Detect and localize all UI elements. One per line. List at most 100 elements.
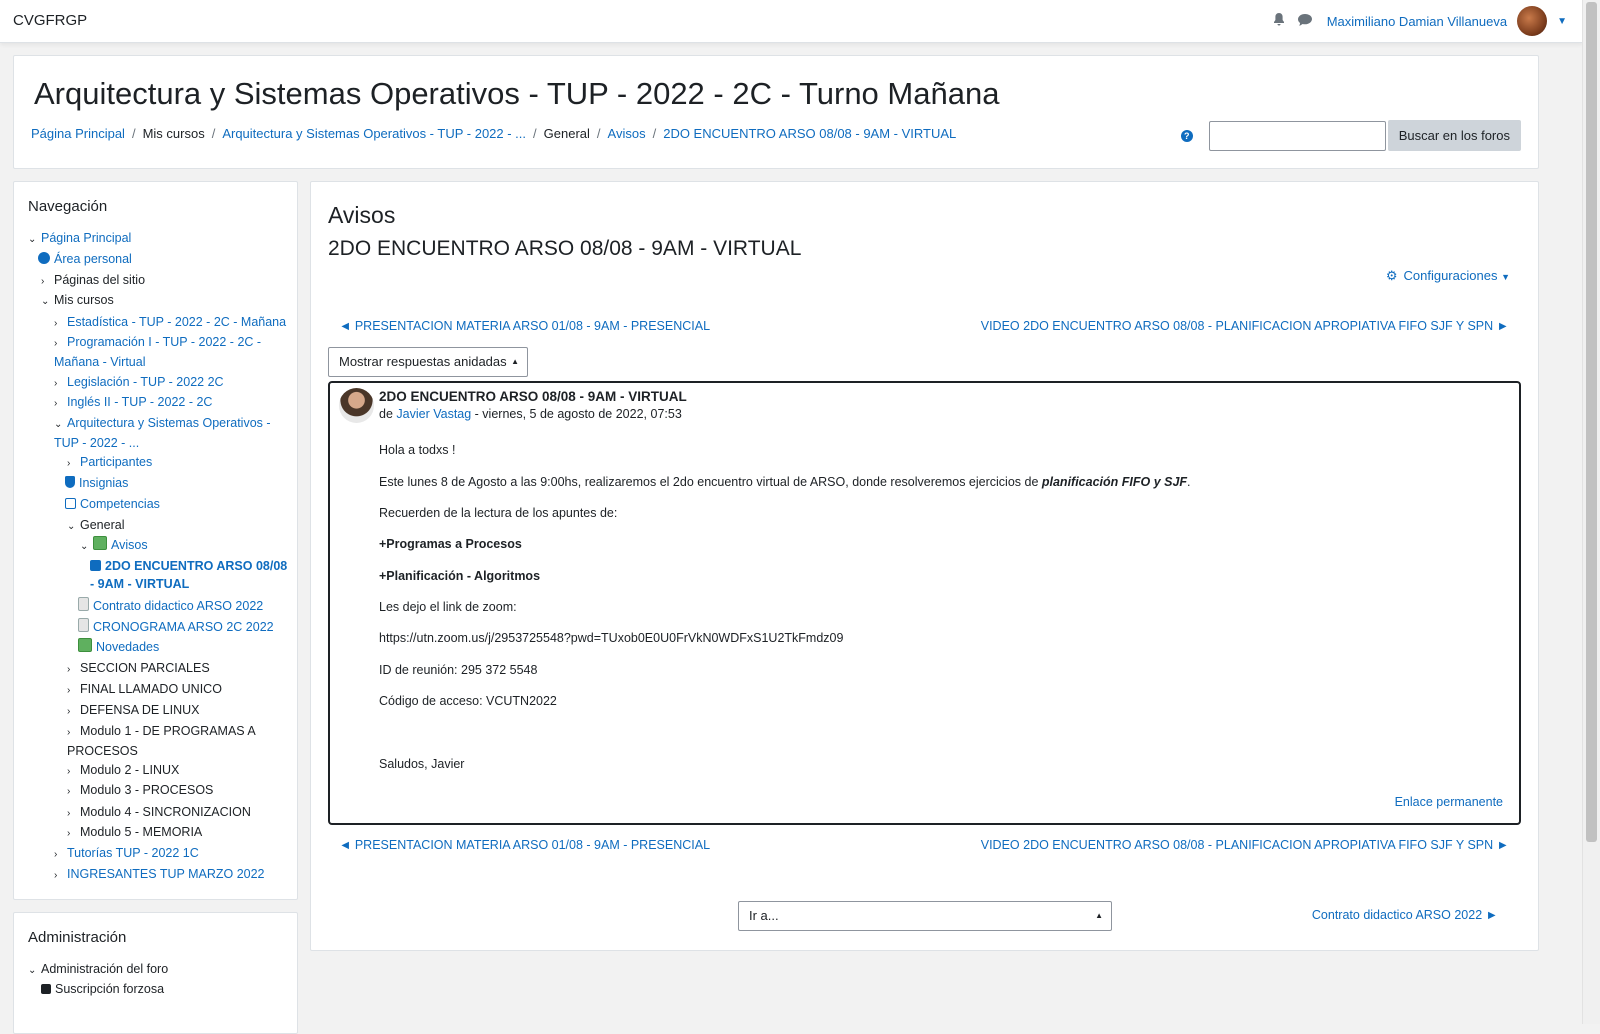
nav-item-contrato[interactable]: Contrato didactico ARSO 2022	[78, 597, 263, 615]
chevron-right-icon: ›	[54, 318, 58, 329]
nav-item-modulo-3[interactable]: › Modulo 3 - PROCESOS	[67, 781, 213, 801]
bell-icon[interactable]	[1271, 13, 1287, 29]
nav-item-dashboard[interactable]: Área personal	[38, 250, 132, 268]
chevron-right-icon: ›	[54, 870, 58, 881]
breadcrumb-my-courses: Mis cursos	[142, 126, 205, 141]
forum-name: Avisos	[328, 202, 396, 228]
nav-item-modulo-2[interactable]: › Modulo 2 - LINUX	[67, 761, 179, 781]
scrollbar-thumb[interactable]	[1586, 2, 1597, 842]
nav-item-modulo-5[interactable]: › Modulo 5 - MEMORIA	[67, 823, 202, 843]
forum-search: ? Buscar en los foros	[1180, 120, 1521, 151]
meeting-id: ID de reunión: 295 372 5548	[379, 663, 538, 677]
admin-item-forum-admin[interactable]: ⌄ Administración del foro	[28, 960, 168, 980]
search-forums-button[interactable]: Buscar en los foros	[1387, 120, 1521, 151]
nav-item-current-discussion[interactable]: 2DO ENCUENTRO ARSO 08/08 - 9AM - VIRTUAL	[90, 557, 290, 593]
chevron-down-icon: ⌄	[67, 521, 76, 532]
nav-item-cronograma[interactable]: CRONOGRAMA ARSO 2C 2022	[78, 618, 274, 636]
post-greeting: Hola a todxs !	[379, 443, 456, 457]
author-link[interactable]: Javier Vastag	[396, 407, 471, 421]
breadcrumb-separator: /	[211, 126, 216, 141]
navigation-title: Navegación	[28, 198, 108, 215]
nav-item-course-legislacion[interactable]: › Legislación - TUP - 2022 2C	[54, 373, 224, 393]
chat-icon[interactable]	[1297, 13, 1313, 29]
vertical-scrollbar[interactable]	[1582, 0, 1600, 1024]
nav-item-course-arso[interactable]: ⌄ Arquitectura y Sistemas Operativos - TU…	[54, 414, 284, 452]
nav-item-general[interactable]: ⌄ General	[67, 516, 124, 536]
breadcrumb-course[interactable]: Arquitectura y Sistemas Operativos - TUP…	[222, 126, 526, 141]
file-icon	[78, 618, 89, 632]
chevron-down-icon: ⌄	[54, 419, 63, 430]
nav-item-defensa[interactable]: › DEFENSA DE LINUX	[67, 701, 199, 721]
shield-icon	[65, 476, 75, 488]
jump-to-select[interactable]: Ir a... ▲	[738, 901, 1112, 931]
forum-post: 2DO ENCUENTRO ARSO 08/08 - 9AM - VIRTUAL…	[328, 381, 1521, 825]
nav-item-avisos[interactable]: ⌄ Avisos	[80, 536, 148, 556]
permalink-link[interactable]: Enlace permanente	[1395, 795, 1503, 809]
nav-item-site-pages[interactable]: › Páginas del sitio	[41, 271, 145, 291]
prev-discussion-link[interactable]: ◄ PRESENTACION MATERIA ARSO 01/08 - 9AM …	[339, 319, 710, 333]
chevron-right-icon: ›	[54, 849, 58, 860]
nav-item-parciales[interactable]: › SECCION PARCIALES	[67, 659, 210, 679]
nav-item-tutorias[interactable]: › Tutorías TUP - 2022 1C	[54, 844, 199, 864]
site-brand[interactable]: CVGFRGP	[13, 12, 87, 29]
post-byline: de Javier Vastag - viernes, 5 de agosto …	[379, 407, 682, 421]
chevron-right-icon: ›	[67, 828, 71, 839]
help-icon[interactable]: ?	[1180, 129, 1193, 142]
settings-menu[interactable]: ⚙ Configuraciones ▼	[1386, 268, 1510, 284]
discussion-title: 2DO ENCUENTRO ARSO 08/08 - 9AM - VIRTUAL	[328, 237, 802, 260]
display-mode-select[interactable]: Mostrar respuestas anidadas ▲	[328, 347, 528, 377]
user-name[interactable]: Maximiliano Damian Villanueva	[1327, 14, 1507, 29]
nav-item-badges[interactable]: Insignias	[65, 474, 128, 492]
nav-item-final[interactable]: › FINAL LLAMADO UNICO	[67, 680, 222, 700]
nav-item-home[interactable]: ⌄ Página Principal	[28, 229, 131, 249]
next-discussion-link[interactable]: VIDEO 2DO ENCUENTRO ARSO 08/08 - PLANIFI…	[981, 838, 1509, 852]
next-activity-link[interactable]: Contrato didactico ARSO 2022 ►	[1312, 908, 1498, 922]
nav-item-ingresantes[interactable]: › INGRESANTES TUP MARZO 2022	[54, 865, 265, 885]
post-date: - viernes, 5 de agosto de 2022, 07:53	[471, 407, 682, 421]
breadcrumb-separator: /	[652, 126, 657, 141]
chevron-right-icon: ›	[54, 338, 58, 349]
breadcrumb-forum[interactable]: Avisos	[608, 126, 646, 141]
chevron-right-icon: ›	[67, 685, 71, 696]
breadcrumb-section: General	[543, 126, 590, 141]
nav-item-novedades[interactable]: Novedades	[78, 638, 159, 656]
nav-item-course-estadistica[interactable]: › Estadística - TUP - 2022 - 2C - Mañana	[54, 313, 286, 333]
nav-item-my-courses[interactable]: ⌄ Mis cursos	[41, 291, 114, 311]
breadcrumb-home[interactable]: Página Principal	[31, 126, 125, 141]
post-zoom-intro: Les dejo el link de zoom:	[379, 600, 517, 614]
author-avatar[interactable]	[339, 388, 374, 423]
admin-item-forced-subscription[interactable]: Suscripción forzosa	[41, 980, 164, 998]
main-content: Avisos 2DO ENCUENTRO ARSO 08/08 - 9AM - …	[310, 181, 1539, 951]
prev-discussion-link[interactable]: ◄ PRESENTACION MATERIA ARSO 01/08 - 9AM …	[339, 838, 710, 852]
chevron-right-icon: ›	[54, 398, 58, 409]
navigation-block: Navegación ⌄ Página Principal Área person…	[13, 181, 298, 900]
chevron-right-icon: ›	[67, 808, 71, 819]
breadcrumb-discussion[interactable]: 2DO ENCUENTRO ARSO 08/08 - 9AM - VIRTUAL	[663, 126, 956, 141]
administration-title: Administración	[28, 929, 127, 946]
next-discussion-link[interactable]: VIDEO 2DO ENCUENTRO ARSO 08/08 - PLANIFI…	[981, 319, 1509, 333]
chevron-down-icon: ⌄	[41, 296, 50, 307]
dashboard-icon	[38, 252, 50, 264]
checkbox-icon	[65, 498, 76, 509]
zoom-link[interactable]: https://utn.zoom.us/j/2953725548?pwd=TUx…	[379, 631, 843, 645]
select-arrows-icon: ▲	[511, 357, 519, 366]
chevron-right-icon: ›	[67, 786, 71, 797]
access-code: Código de acceso: VCUTN2022	[379, 694, 557, 708]
nav-item-course-ingles[interactable]: › Inglés II - TUP - 2022 - 2C	[54, 393, 212, 413]
nav-item-course-programacion[interactable]: › Programación I - TUP - 2022 - 2C - Maña…	[54, 333, 284, 371]
chevron-right-icon: ›	[67, 706, 71, 717]
chevron-right-icon: ›	[67, 727, 71, 738]
chevron-right-icon: ›	[67, 766, 71, 777]
nav-item-modulo-1[interactable]: › Modulo 1 - DE PROGRAMAS A PROCESOS	[67, 722, 277, 760]
select-arrows-icon: ▲	[1095, 911, 1103, 920]
chevron-right-icon: ›	[41, 276, 45, 287]
nav-item-modulo-4[interactable]: › Modulo 4 - SINCRONIZACION	[67, 803, 251, 823]
chevron-down-icon: ⌄	[28, 965, 37, 976]
user-avatar[interactable]	[1517, 6, 1548, 36]
top-navbar: CVGFRGP Maximiliano Damian Villanueva ▼	[0, 0, 1583, 43]
nav-item-competencies[interactable]: Competencias	[65, 495, 160, 513]
nav-item-participants[interactable]: › Participantes	[67, 453, 152, 473]
search-input[interactable]	[1208, 120, 1386, 151]
chevron-down-icon[interactable]: ▼	[1557, 16, 1567, 27]
chevron-right-icon: ›	[54, 378, 58, 389]
